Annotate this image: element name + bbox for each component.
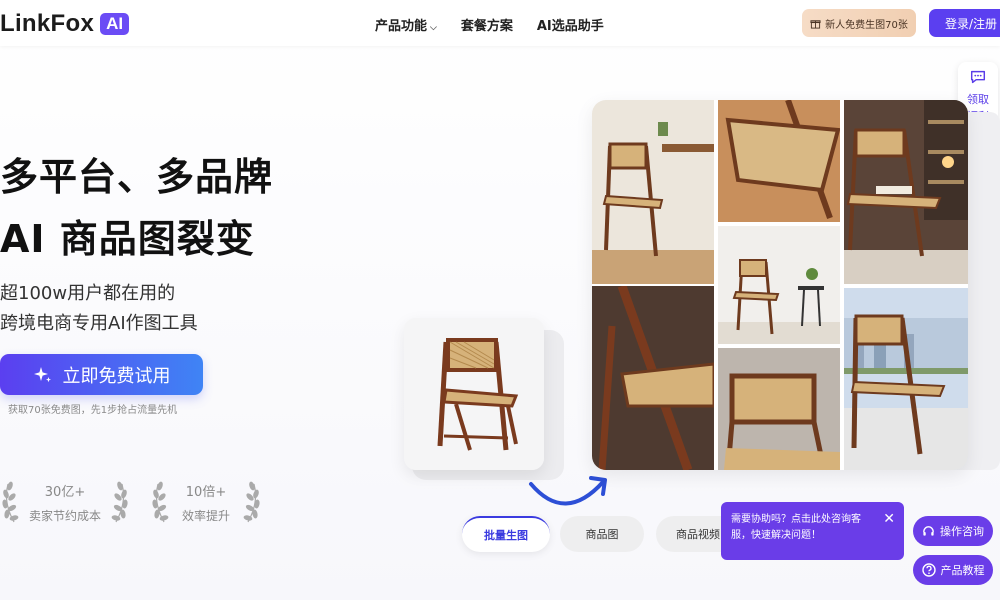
generated-image-tile: [592, 100, 714, 284]
generated-image-tile: [718, 348, 840, 470]
chat-bubble-icon: [970, 70, 986, 84]
chevron-down-icon: ⌵: [430, 23, 437, 33]
operation-consult-button[interactable]: 操作咨询: [913, 516, 993, 546]
nav-item-label: 套餐方案: [460, 19, 513, 34]
free-trial-button[interactable]: 立即免费试用: [0, 354, 203, 395]
consult-label: 操作咨询: [940, 525, 984, 538]
laurel-right-icon: [111, 481, 128, 523]
generated-image-tile: [592, 286, 714, 470]
logo-badge: AI: [100, 13, 130, 35]
stat-efficiency: 10倍+ 效率提升: [150, 478, 262, 528]
promo-label: 新人免费生图70张: [825, 19, 908, 31]
nav-item-label: AI选品助手: [536, 19, 604, 34]
question-icon: [921, 563, 936, 577]
source-product-image: [404, 318, 544, 470]
generated-image-tile: [718, 226, 840, 344]
logo-text: LinkFox: [0, 10, 95, 37]
generated-image-tile: [844, 288, 968, 470]
support-chat-popup[interactable]: 需要协助吗？点击此处咨询客服，快速解决问题！ ✕: [721, 502, 904, 560]
generated-images-grid: [592, 100, 968, 470]
hero-subtitle-line-2: 跨境电商专用AI作图工具: [0, 313, 198, 334]
laurel-left-icon: [152, 481, 169, 523]
free-trial-label: 立即免费试用: [62, 365, 171, 387]
nav-item-ai-selection[interactable]: AI选品助手: [537, 15, 604, 34]
nav-item-product-features[interactable]: 产品功能 ⌵: [375, 15, 437, 34]
headset-icon: [923, 525, 934, 536]
logo[interactable]: LinkFox AI: [0, 10, 130, 38]
hero-title-line-2: AI 商品图裂变: [0, 217, 255, 261]
chat-message: 需要协助吗？点击此处咨询客服，快速解决问题！: [731, 514, 861, 541]
chair-illustration: [404, 318, 544, 470]
cta-note: 获取70张免费图，先1步抢占流量先机: [8, 405, 178, 416]
curved-arrow-icon: [529, 476, 607, 506]
main-nav: 产品功能 ⌵ 套餐方案 AI选品助手: [375, 15, 604, 34]
generated-image-tile: [844, 100, 968, 284]
generated-image-tile: [718, 100, 840, 222]
nav-item-label: 产品功能: [375, 19, 428, 34]
laurel-right-icon: [243, 481, 260, 523]
hero-subtitle-line-1: 超100w用户都在用的: [0, 283, 176, 304]
login-register-button[interactable]: 登录/注册: [929, 9, 1000, 37]
sparkle-icon: [33, 366, 51, 382]
close-icon[interactable]: ✕: [883, 512, 895, 526]
laurel-left-icon: [2, 481, 19, 523]
stat-cost-saving: 30亿+ 卖家节约成本: [0, 478, 130, 528]
gift-icon: [810, 19, 821, 29]
tutorial-label: 产品教程: [940, 564, 985, 577]
tab-batch-generate[interactable]: 批量生图: [462, 516, 550, 552]
nav-item-pricing[interactable]: 套餐方案: [461, 15, 513, 34]
hero-title-line-1: 多平台、多品牌: [0, 155, 274, 199]
free-images-promo-button[interactable]: 新人免费生图70张: [802, 9, 916, 37]
top-navbar: LinkFox AI 产品功能 ⌵ 套餐方案 AI选品助手 新人免费生图70张 登…: [0, 0, 1000, 46]
product-tutorial-button[interactable]: 产品教程: [913, 555, 993, 585]
tab-product-image[interactable]: 商品图: [560, 516, 644, 552]
